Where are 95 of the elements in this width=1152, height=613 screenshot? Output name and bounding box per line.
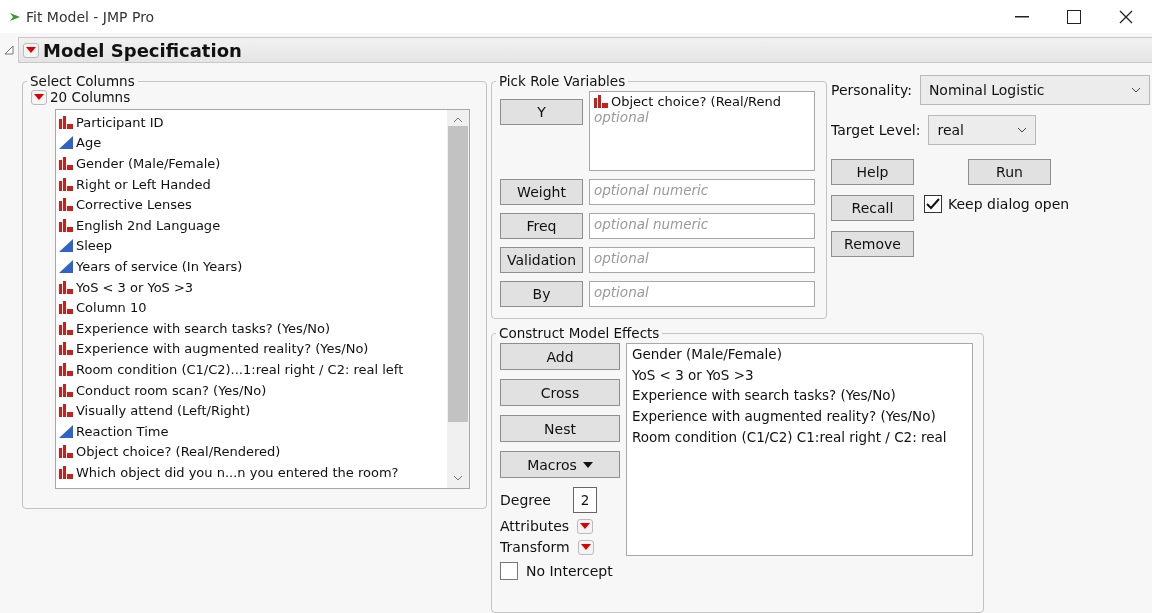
column-item[interactable]: Object choice? (Real/Rendered) (59, 441, 447, 463)
target-level-dropdown[interactable]: real (928, 115, 1037, 145)
transform-menu-button[interactable] (577, 539, 594, 555)
triangle-down-icon (580, 523, 591, 529)
panel-title: Select Columns (29, 73, 136, 89)
bar-chart-icon (59, 280, 73, 294)
effect-item[interactable]: Experience with search tasks? (Yes/No) (632, 387, 967, 409)
column-item[interactable]: Gender (Male/Female) (59, 153, 447, 174)
bar-chart-icon (59, 198, 73, 212)
transform-label: Transform (500, 539, 570, 555)
bar-chart-icon (59, 301, 73, 315)
bar-chart-icon (59, 115, 73, 129)
action-button[interactable]: Remove (831, 231, 914, 257)
column-item[interactable]: YoS < 3 or YoS >3 (59, 276, 447, 298)
effect-item[interactable]: Experience with augmented reality? (Yes/No) (632, 408, 967, 429)
checkmark-icon (926, 198, 940, 210)
bar-chart-icon (59, 383, 73, 397)
caret-icon (582, 461, 593, 468)
window-title: Fit Model - JMP Pro (26, 8, 155, 25)
column-item[interactable]: Age (59, 132, 447, 154)
checkbox[interactable] (924, 195, 942, 213)
column-item[interactable]: Column 10 (59, 297, 447, 318)
effect-item[interactable]: Room condition (C1/C2) C1:real right / C2: real (632, 428, 967, 450)
outline-menu-button[interactable] (23, 42, 39, 58)
panel-title: Construct Model Effects (498, 325, 661, 341)
column-item[interactable]: Right or Left Handed (59, 173, 447, 195)
target-level-label: Target Level: (831, 122, 921, 138)
effect-button[interactable]: Macros (500, 451, 620, 478)
bar-chart-icon (59, 321, 73, 335)
chevron-down-icon (1130, 87, 1141, 93)
column-item[interactable]: Participant ID (59, 112, 447, 133)
bar-chart-icon (59, 218, 73, 232)
column-item[interactable]: Sleep (59, 235, 447, 257)
column-item[interactable]: Conduct room scan? (Yes/No) (59, 379, 447, 401)
personality-label: Personality: (831, 82, 912, 98)
scroll-up-icon[interactable] (453, 116, 463, 124)
triangle-down-icon (580, 544, 591, 550)
role-field[interactable]: Object choice? (Real/Rend optional (589, 91, 815, 171)
bar-chart-icon (59, 465, 73, 479)
role-button[interactable]: Weight (500, 179, 583, 205)
bar-chart-icon (59, 157, 73, 170)
triangle-icon (59, 136, 73, 150)
effect-button[interactable]: Nest (500, 415, 620, 442)
checkbox[interactable] (500, 562, 518, 580)
checkbox-label: Keep dialog open (948, 196, 1070, 212)
effect-item[interactable]: Gender (Male/Female) (632, 346, 967, 367)
column-item[interactable]: Corrective Lenses (59, 194, 447, 215)
triangle-down-icon (34, 94, 44, 100)
outline-title: Model Specification (43, 39, 242, 61)
effect-item[interactable]: YoS < 3 or YoS >3 (632, 366, 967, 388)
minimize-icon (1015, 15, 1029, 18)
personality-dropdown[interactable]: Nominal Logistic (919, 75, 1150, 105)
app-icon (10, 12, 20, 21)
column-item[interactable]: Experience with augmented reality? (Yes/No) (59, 338, 447, 360)
degree-field[interactable]: 2 (572, 487, 597, 513)
column-item[interactable]: Which object did you n...n you entered the room? (59, 462, 447, 483)
role-button[interactable]: By (500, 281, 583, 307)
effect-button[interactable]: Add (500, 343, 620, 370)
triangle-icon (59, 424, 73, 438)
columns-menu-button[interactable] (31, 89, 47, 105)
column-item[interactable]: Years of service (In Years) (59, 256, 447, 277)
bar-chart-icon (59, 445, 73, 459)
disclosure-icon[interactable] (4, 45, 14, 55)
attributes-menu-button[interactable] (577, 518, 594, 534)
bar-chart-icon (59, 342, 73, 356)
panel-title: Pick Role Variables (498, 73, 627, 89)
triangle-down-icon (26, 47, 36, 53)
column-count: 20 Columns (50, 89, 131, 105)
bar-chart-icon (59, 404, 73, 418)
run-button[interactable]: Run (968, 159, 1051, 185)
bar-chart-icon (59, 177, 73, 191)
action-button[interactable]: Recall (831, 195, 914, 221)
column-item[interactable]: Experience with search tasks? (Yes/No) (59, 317, 447, 339)
column-item[interactable]: English 2nd Language (59, 214, 447, 236)
role-button[interactable]: Y (500, 99, 583, 125)
triangle-icon (59, 259, 73, 273)
column-item[interactable]: Visually attend (Left/Right) (59, 400, 447, 421)
bar-chart-icon (594, 95, 608, 108)
role-button[interactable]: Freq (500, 213, 583, 239)
effect-button[interactable]: Cross (500, 379, 620, 406)
close-icon (1119, 9, 1133, 24)
column-item[interactable]: Room condition (C1/C2)...1:real right / C2: real left (59, 359, 447, 380)
role-button[interactable]: Validation (500, 247, 583, 273)
scroll-thumb[interactable] (448, 126, 468, 422)
action-button[interactable]: Help (831, 159, 914, 185)
chevron-down-icon (1017, 127, 1028, 133)
triangle-icon (59, 239, 73, 253)
column-item[interactable]: Reaction Time (59, 420, 447, 442)
attributes-label: Attributes (500, 518, 570, 534)
degree-label: Degree (500, 492, 551, 508)
scroll-down-icon[interactable] (453, 474, 463, 482)
scrollbar[interactable] (447, 110, 469, 488)
maximize-icon (1067, 9, 1081, 24)
bar-chart-icon (59, 362, 73, 376)
checkbox-label: No Intercept (526, 563, 613, 579)
